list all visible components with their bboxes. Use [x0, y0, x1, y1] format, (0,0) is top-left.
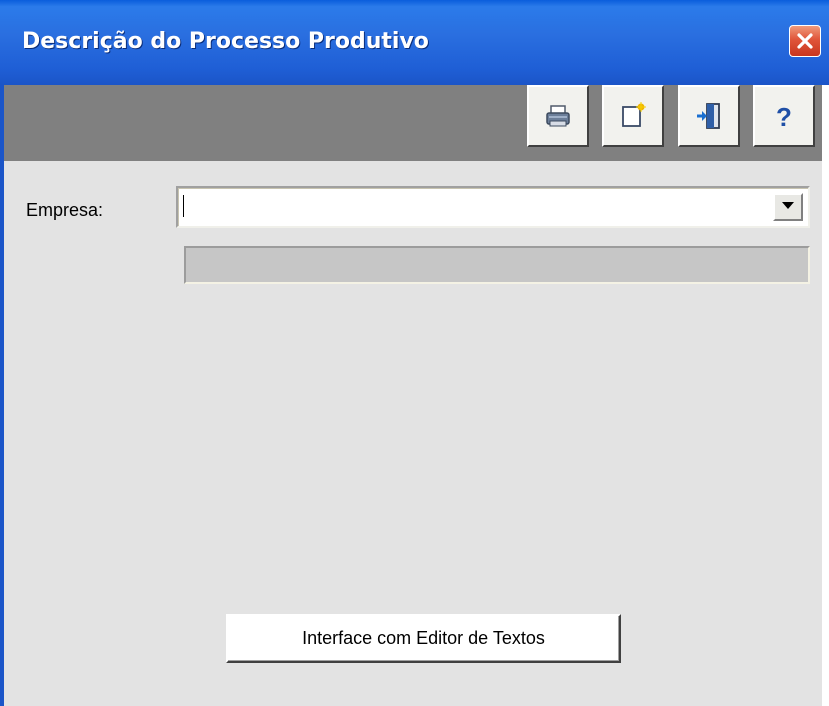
empresa-input[interactable]: [182, 192, 764, 220]
edit-document-icon: [622, 102, 646, 127]
close-icon: [797, 33, 813, 49]
exit-door-icon: [697, 103, 720, 129]
window-title: Descrição do Processo Produtivo: [22, 29, 429, 54]
empresa-description-field: [184, 246, 810, 284]
help-button[interactable]: ?: [753, 85, 815, 147]
edit-document-button[interactable]: [602, 85, 664, 147]
empresa-combobox[interactable]: [176, 186, 810, 228]
empresa-dropdown-button[interactable]: [773, 193, 803, 221]
svg-text:?: ?: [776, 102, 792, 132]
window-frame-right: [822, 85, 829, 706]
chevron-down-icon: [782, 202, 794, 209]
text-caret: [183, 195, 184, 217]
close-button[interactable]: [789, 25, 821, 57]
empresa-label: Empresa:: [26, 200, 104, 220]
print-button[interactable]: [527, 85, 589, 147]
question-mark-icon: ?: [776, 102, 792, 132]
text-editor-interface-button[interactable]: Interface com Editor de Textos: [226, 614, 621, 663]
exit-button[interactable]: [678, 85, 740, 147]
printer-icon: [546, 105, 570, 127]
title-bar[interactable]: Descrição do Processo Produtivo: [0, 0, 829, 85]
app-window: Descrição do Processo Produtivo ? Empres…: [0, 0, 829, 706]
